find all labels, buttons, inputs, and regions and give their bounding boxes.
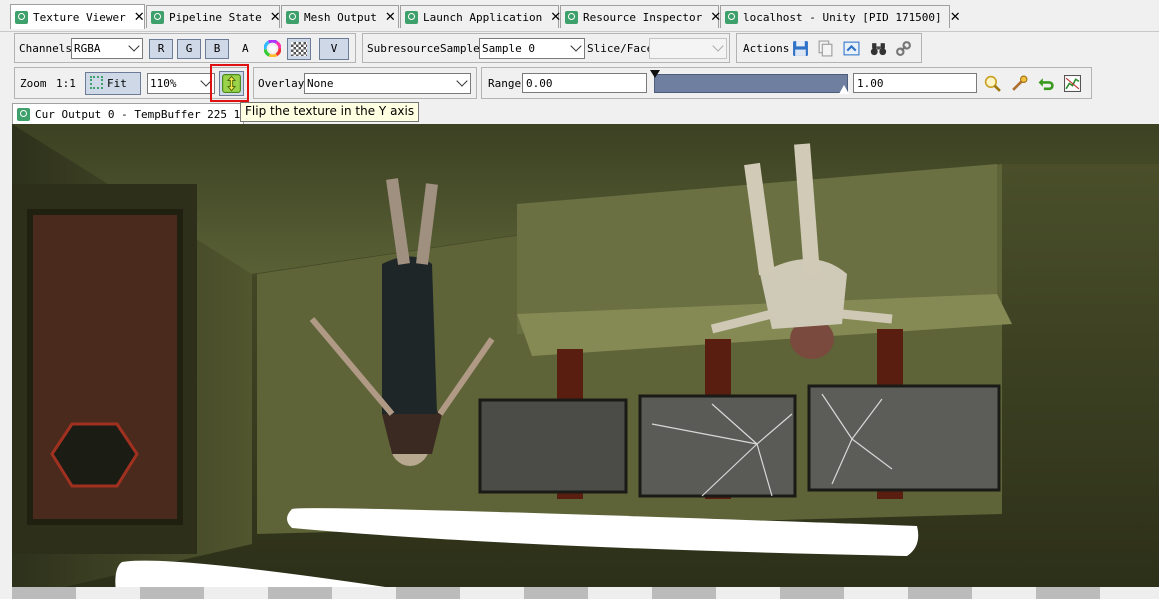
close-icon[interactable]: ✕ [126, 11, 145, 24]
tab-resource-inspector[interactable]: Resource Inspector ✕ [560, 5, 721, 28]
open-in-window-icon[interactable] [843, 40, 860, 57]
range-max-input[interactable]: 1.00 [853, 73, 977, 93]
tab-label: Launch Application [423, 10, 543, 24]
fit-icon [90, 76, 103, 89]
slice-face-dropdown[interactable] [649, 38, 727, 59]
close-icon[interactable]: ✕ [942, 11, 961, 24]
renderdoc-icon [725, 10, 738, 24]
channels-dropdown[interactable]: RGBA [71, 38, 143, 59]
texture-viewport[interactable] [12, 124, 1159, 599]
renderdoc-icon [286, 10, 299, 24]
overlay-label: Overlay [258, 77, 305, 90]
color-wheel-icon[interactable] [264, 40, 281, 57]
zoom-dropdown[interactable]: 110% [147, 73, 215, 94]
red-channel-button[interactable]: R [149, 39, 173, 59]
sample-value: Sample 0 [482, 42, 535, 55]
tab-label: Pipeline State [169, 10, 262, 24]
tab-texture-viewer[interactable]: Texture Viewer ✕ [10, 4, 145, 29]
checkerboard-background [12, 587, 1159, 599]
renderdoc-icon [17, 107, 30, 121]
chevron-down-icon [712, 40, 724, 52]
blue-channel-button[interactable]: B [205, 39, 229, 59]
auto-fit-range-icon[interactable] [1011, 75, 1028, 92]
subresource-toolbar: Subresource Sample Sample 0 Slice/Face [362, 33, 730, 63]
zoom-label: Zoom [20, 77, 47, 90]
overlay-value: None [307, 77, 334, 90]
chevron-down-icon [128, 40, 140, 52]
renderdoc-icon [15, 10, 28, 24]
renderdoc-icon [405, 10, 418, 24]
chevron-down-icon [570, 40, 582, 52]
flip-button-highlight [210, 64, 249, 102]
range-label: Range [488, 77, 522, 90]
binoculars-icon[interactable] [870, 40, 887, 57]
save-icon[interactable] [792, 40, 809, 57]
tab-label: Resource Inspector [583, 10, 703, 24]
checkerboard-toggle-button[interactable] [287, 38, 311, 60]
checkerboard-icon [291, 42, 307, 56]
channels-value: RGBA [74, 42, 101, 55]
document-tab-bar: Texture Viewer ✕ Pipeline State ✕ Mesh O… [0, 0, 1159, 32]
close-icon[interactable]: ✕ [542, 11, 561, 24]
channels-label: Channels [19, 42, 72, 55]
close-icon[interactable]: ✕ [262, 11, 281, 24]
zoom-range-icon[interactable] [984, 75, 1001, 92]
range-histogram-slider[interactable] [654, 74, 848, 93]
v-button[interactable]: V [319, 38, 349, 60]
close-icon[interactable]: ✕ [702, 11, 721, 24]
sample-dropdown[interactable]: Sample 0 [479, 38, 585, 59]
overlay-toolbar: Overlay None [253, 67, 477, 99]
green-channel-button[interactable]: G [177, 39, 201, 59]
texture-preview-image [12, 124, 1159, 599]
link-icon[interactable] [895, 40, 912, 57]
range-toolbar: Range 0.00 1.00 [481, 67, 1092, 99]
output-tab-label: Cur Output 0 - TempBuffer 225 1039 [35, 107, 261, 121]
renderdoc-icon [151, 10, 164, 24]
fit-button[interactable]: Fit [85, 72, 141, 95]
reset-range-icon[interactable] [1037, 75, 1055, 92]
fit-label: Fit [107, 77, 127, 90]
actions-label: Actions [743, 42, 790, 55]
slice-face-label: Slice/Face [587, 42, 654, 55]
overlay-dropdown[interactable]: None [304, 73, 471, 94]
zoom-value: 110% [150, 77, 177, 90]
tab-mesh-output[interactable]: Mesh Output ✕ [281, 5, 399, 28]
alpha-channel-button[interactable]: A [242, 42, 249, 55]
subresource-label: Subresource [367, 42, 440, 55]
histogram-icon[interactable] [1064, 75, 1081, 92]
tab-localhost-unity[interactable]: localhost - Unity [PID 171500] ✕ [720, 5, 961, 28]
tab-current-output[interactable]: Cur Output 0 - TempBuffer 225 1039 [12, 103, 260, 124]
flip-y-tooltip: Flip the texture in the Y axis [240, 102, 420, 122]
copy-icon[interactable] [817, 40, 834, 57]
range-max-handle[interactable] [839, 85, 849, 94]
tab-label: Mesh Output [304, 10, 377, 24]
tab-label: Texture Viewer [33, 10, 126, 24]
range-min-handle[interactable] [650, 70, 660, 78]
range-min-input[interactable]: 0.00 [522, 73, 647, 93]
sample-label: Sample [440, 42, 480, 55]
tab-label: localhost - Unity [PID 171500] [743, 10, 942, 24]
tab-launch-application[interactable]: Launch Application ✕ [400, 5, 561, 28]
close-icon[interactable]: ✕ [377, 11, 396, 24]
tab-pipeline-state[interactable]: Pipeline State ✕ [146, 5, 281, 28]
channels-toolbar: Channels RGBA R G B A V [14, 33, 356, 63]
zoom-one-to-one-button[interactable]: 1:1 [56, 77, 76, 90]
actions-toolbar: Actions [736, 33, 922, 63]
chevron-down-icon [456, 75, 468, 87]
renderdoc-icon [565, 10, 578, 24]
